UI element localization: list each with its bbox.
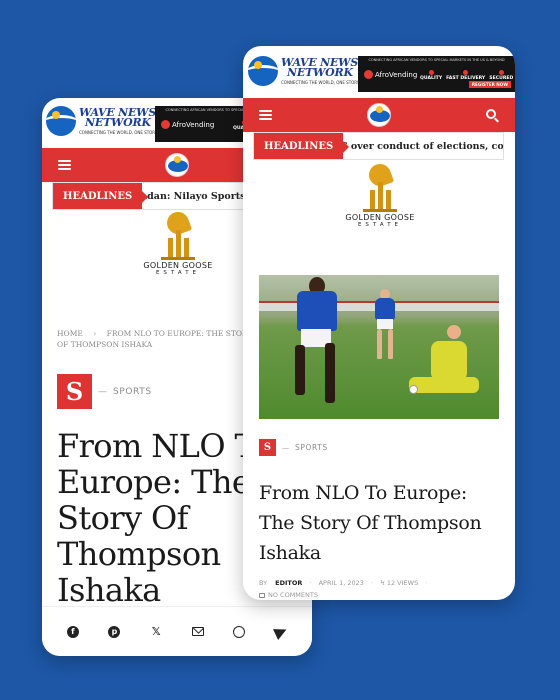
article-meta: BY EDITOR · APRIL 1, 2023 · ϟ 12 VIEWS ·… <box>259 577 504 600</box>
ad-brand-icon <box>364 70 373 79</box>
ad-feature: SECURED <box>489 70 513 81</box>
ad-feature: FAST DELIVERY <box>446 70 485 81</box>
sponsor-name: GOLDEN GOOSE <box>143 261 213 270</box>
comments-link[interactable]: NO COMMENTS <box>268 591 318 599</box>
breadcrumb: HOME › FROM NLO TO EUROPE: THE STORY OF … <box>57 328 257 350</box>
ad-brand-name: AfroVending <box>375 70 418 79</box>
headlines-ticker[interactable]: HEADLINES C over conduct of elections, c… <box>253 132 504 160</box>
article-featured-image[interactable] <box>259 275 499 419</box>
search-icon[interactable] <box>486 109 496 119</box>
ad-brand-name: AfroVending <box>172 120 215 129</box>
whatsapp-icon[interactable] <box>232 625 246 639</box>
ad-top-text: CONNECTING AFRICAN VENDORS TO SPECIAL MA… <box>368 58 505 62</box>
ad-register-button[interactable]: REGISTER NOW <box>468 81 511 88</box>
category-badge[interactable]: S <box>57 374 92 409</box>
comments-row: NO COMMENTS <box>259 589 504 600</box>
telegram-icon[interactable] <box>273 623 290 640</box>
category-row: S — SPORTS <box>259 439 328 456</box>
ad-feature: QUALITY <box>420 70 442 81</box>
category-dash: — <box>282 443 289 452</box>
email-icon[interactable] <box>191 625 205 639</box>
ad-features: QUALITY FAST DELIVERY SECURED <box>420 70 513 81</box>
sponsor-logo[interactable]: GOLDEN GOOSE ESTATE <box>335 160 425 228</box>
player-figure <box>371 289 401 369</box>
pinterest-icon[interactable]: p <box>107 625 121 639</box>
by-label: BY <box>259 579 268 587</box>
breadcrumb-home[interactable]: HOME <box>57 329 83 338</box>
sponsor-logo[interactable]: GOLDEN GOOSE ESTATE <box>133 208 223 276</box>
wave-logo-icon <box>248 56 278 86</box>
comment-icon <box>259 592 265 598</box>
category-badge[interactable]: S <box>259 439 276 456</box>
author-link[interactable]: EDITOR <box>275 579 302 587</box>
phone-screen-front: WAVE NEWS NETWORK CONNECTING THE WORLD, … <box>243 46 515 600</box>
publish-date: APRIL 1, 2023 <box>318 579 364 587</box>
menu-icon[interactable] <box>259 110 272 120</box>
headlines-label: HEADLINES <box>254 133 350 159</box>
ad-brand-icon <box>161 120 170 129</box>
facebook-icon[interactable]: f <box>66 625 80 639</box>
meta-row: BY EDITOR · APRIL 1, 2023 · ϟ 12 VIEWS · <box>259 579 428 587</box>
ad-brand: AfroVending <box>161 120 214 129</box>
goose-icon <box>363 160 397 212</box>
share-bar: f p 𝕏 <box>42 606 312 656</box>
category-row: S — SPORTS <box>57 374 152 409</box>
ticker-headline[interactable]: C over conduct of elections, congratulat… <box>340 133 503 159</box>
sponsor-subtitle: ESTATE <box>155 270 201 276</box>
goalkeeper-figure <box>409 325 499 405</box>
headlines-label: HEADLINES <box>53 183 149 209</box>
wave-logo-icon <box>46 106 76 136</box>
main-navbar <box>243 98 515 132</box>
category-label[interactable]: SPORTS <box>113 387 152 397</box>
twitter-icon[interactable]: 𝕏 <box>149 625 163 639</box>
sponsor-name: GOLDEN GOOSE <box>345 213 415 222</box>
site-emblem-icon[interactable] <box>367 103 391 127</box>
menu-icon[interactable] <box>58 160 71 170</box>
views-icon: ϟ <box>380 579 385 587</box>
ad-brand: AfroVending <box>364 70 417 79</box>
ball <box>409 385 418 394</box>
sponsor-subtitle: ESTATE <box>357 222 403 228</box>
view-count: 12 VIEWS <box>386 579 419 587</box>
category-label[interactable]: SPORTS <box>295 443 328 452</box>
chevron-right-icon: › <box>93 329 97 338</box>
site-emblem-icon[interactable] <box>165 153 189 177</box>
ad-banner[interactable]: CONNECTING AFRICAN VENDORS TO SPECIAL MA… <box>358 56 515 92</box>
breadcrumb-current: FROM NLO TO EUROPE: THE STORY OF THOMPSO… <box>57 329 253 349</box>
goose-icon <box>161 208 195 260</box>
article-title: From NLO To Europe: The Story Of Thompso… <box>259 482 482 564</box>
player-figure <box>287 277 347 417</box>
category-dash: — <box>98 386 107 397</box>
